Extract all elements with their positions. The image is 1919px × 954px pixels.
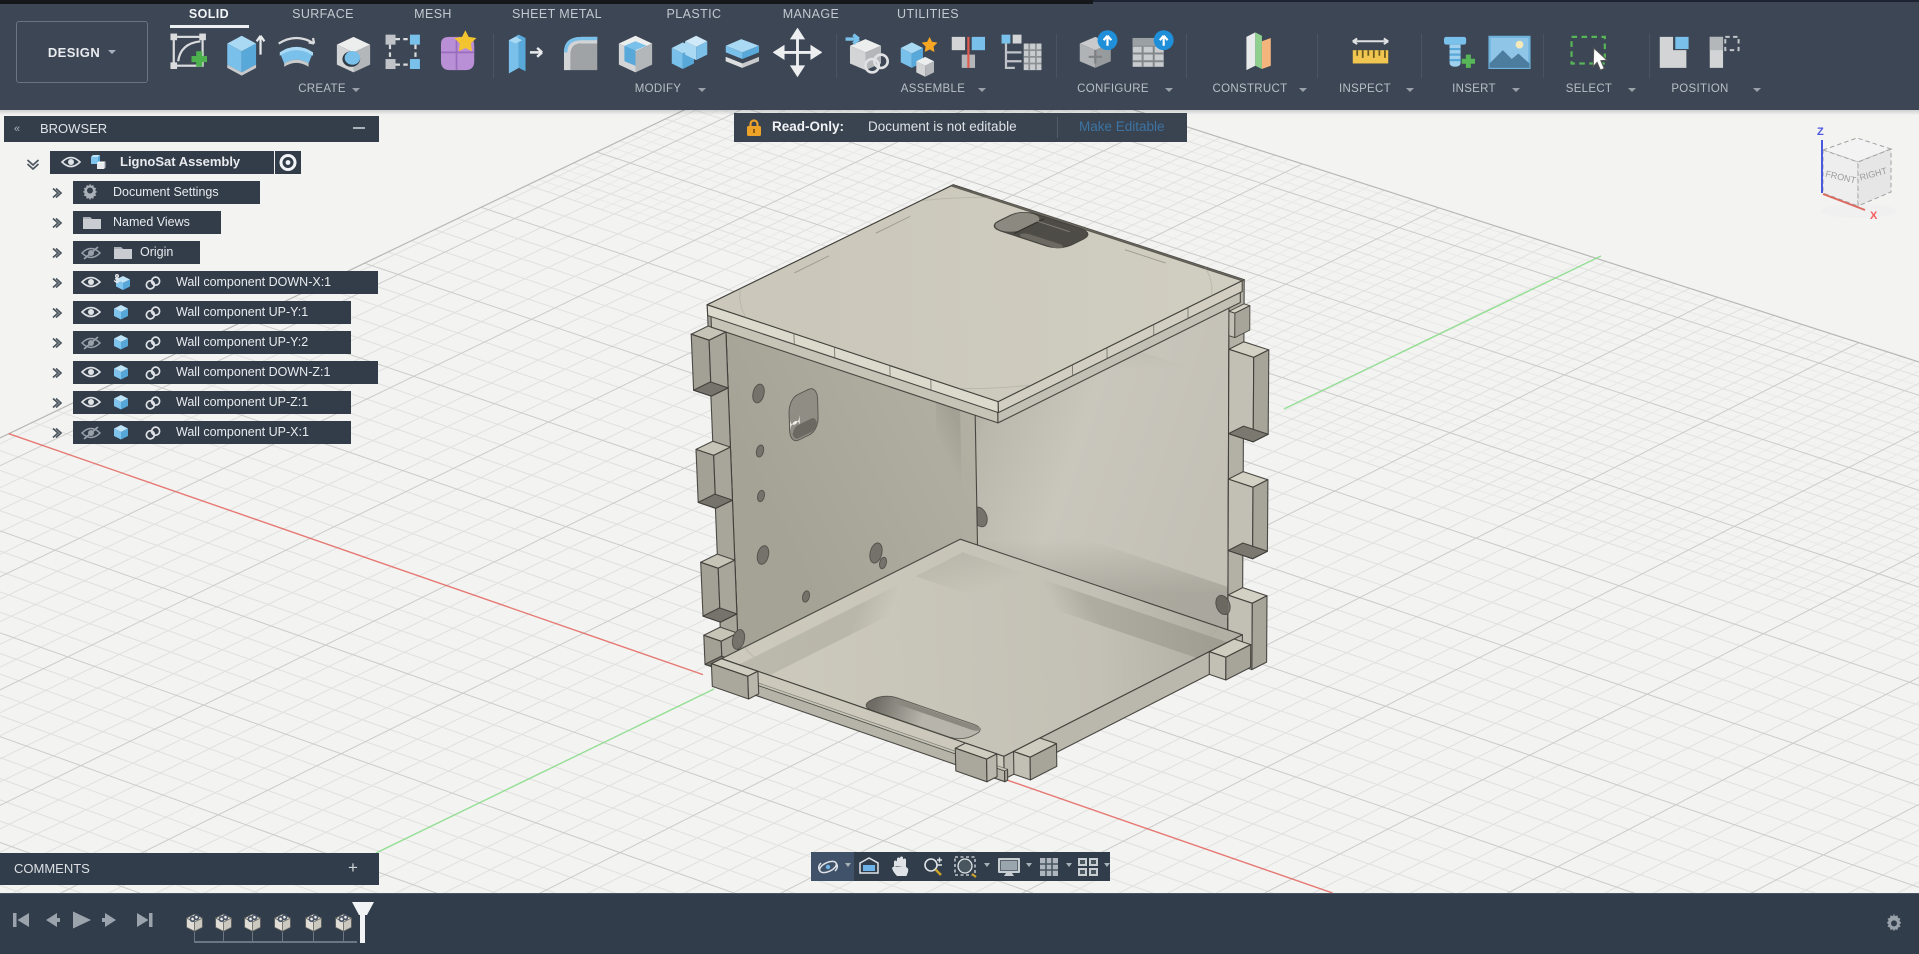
svg-text:Z: Z bbox=[1817, 126, 1824, 138]
svg-text:X: X bbox=[1870, 210, 1878, 222]
